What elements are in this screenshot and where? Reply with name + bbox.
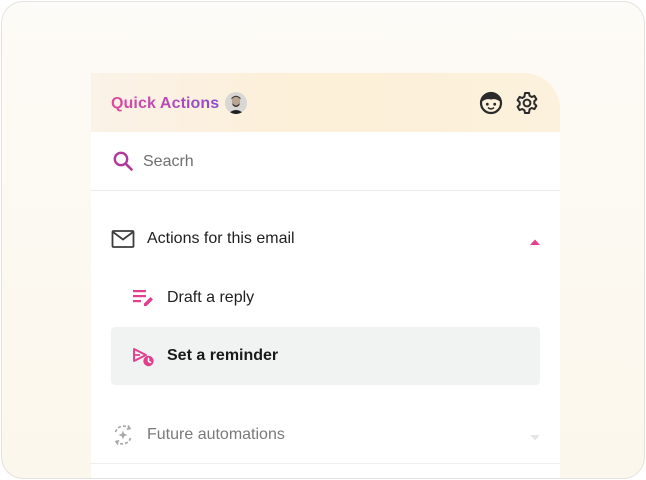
- chevron-up-icon[interactable]: [529, 233, 541, 245]
- divider: [91, 463, 560, 464]
- section-future-automations[interactable]: Future automations: [111, 417, 541, 453]
- item-label: Draft a reply: [167, 289, 255, 306]
- search-input[interactable]: [141, 149, 525, 175]
- gear-icon[interactable]: [514, 90, 540, 116]
- section-actions-for-email[interactable]: Actions for this email: [111, 221, 541, 257]
- chevron-down-icon[interactable]: [529, 429, 541, 441]
- mail-icon: [111, 227, 135, 251]
- list-item-set-reminder[interactable]: Set a reminder: [111, 327, 540, 385]
- section-label: Actions for this email: [147, 230, 295, 247]
- user-avatar[interactable]: [225, 92, 247, 114]
- item-label: Set a reminder: [167, 347, 279, 364]
- panel-header: Quick Actions: [91, 73, 560, 132]
- section-label: Future automations: [147, 426, 285, 443]
- app-frame: Quick Actions Seacrh Actions for this em…: [1, 1, 645, 479]
- reminder-clock-icon: [131, 344, 155, 368]
- search-icon: [112, 150, 134, 172]
- list-item-draft-reply[interactable]: Draft a reply: [111, 269, 540, 327]
- panel-title: Quick Actions: [111, 95, 220, 112]
- draft-edit-icon: [131, 286, 155, 310]
- automation-sparkle-icon: [111, 423, 135, 447]
- quick-actions-panel: Quick Actions Seacrh Actions for this em…: [91, 73, 560, 478]
- assistant-face-icon[interactable]: [478, 90, 504, 116]
- search-bar: [91, 132, 560, 191]
